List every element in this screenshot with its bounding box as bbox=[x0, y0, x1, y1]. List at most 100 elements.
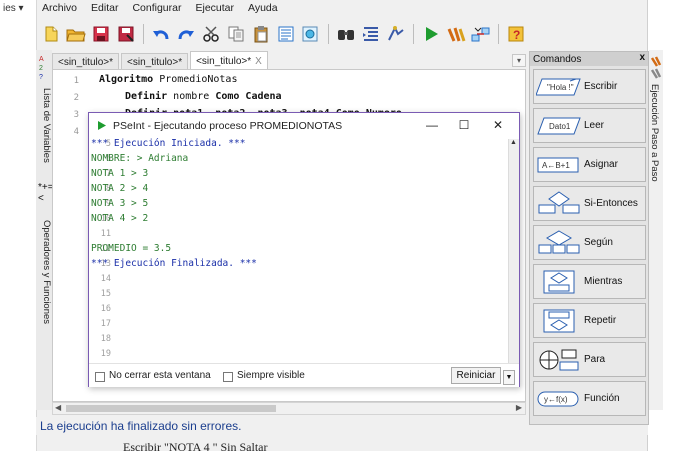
toolbar-separator bbox=[143, 24, 144, 44]
command-label: Según bbox=[584, 237, 613, 248]
command-leer[interactable]: Dato1 Leer bbox=[533, 108, 646, 143]
scrollbar-thumb[interactable] bbox=[66, 405, 276, 412]
indent-icon[interactable] bbox=[360, 23, 382, 45]
menu-archivo[interactable]: Archivo bbox=[40, 2, 79, 18]
console-line: NOTA 4 > 2 bbox=[91, 213, 149, 224]
debug-icon[interactable] bbox=[445, 23, 467, 45]
svg-text:Dato1: Dato1 bbox=[549, 122, 571, 131]
commands-panel-header: Comandos x bbox=[530, 52, 648, 66]
console-line: NOMBRE: > Adriana bbox=[91, 153, 189, 164]
execution-window[interactable]: PSeInt - Ejecutando proceso PROMEDIONOTA… bbox=[88, 112, 520, 387]
save-icon[interactable] bbox=[90, 23, 112, 45]
tab-label: <sin_titulo>* bbox=[58, 57, 114, 68]
console-line: NOTA 1 > 3 bbox=[91, 168, 149, 179]
tabs-dropdown-button[interactable]: ▾ bbox=[512, 54, 526, 67]
repeat-command-icon bbox=[534, 308, 584, 334]
restart-button[interactable]: Reiniciar bbox=[451, 367, 501, 384]
console-line: NOTA 3 > 5 bbox=[91, 198, 149, 209]
toolbar: ? bbox=[40, 21, 527, 47]
console-line: NOTA 2 > 4 bbox=[91, 183, 149, 194]
find-icon[interactable] bbox=[300, 23, 322, 45]
line-number: 2 bbox=[73, 93, 79, 103]
step-icon[interactable] bbox=[385, 23, 407, 45]
commands-panel-title: Comandos bbox=[533, 53, 582, 65]
menu-ejecutar[interactable]: Ejecutar bbox=[193, 2, 236, 18]
no-close-checkbox[interactable] bbox=[95, 372, 105, 382]
command-label: Mientras bbox=[584, 276, 623, 287]
scroll-up-icon[interactable]: ▲ bbox=[510, 139, 517, 146]
no-close-label: No cerrar esta ventana bbox=[109, 370, 211, 381]
cut-icon[interactable] bbox=[200, 23, 222, 45]
assign-command-icon: A←B+1 bbox=[534, 152, 584, 178]
command-label: Función bbox=[584, 393, 620, 404]
command-escribir[interactable]: "Hola !" Escribir bbox=[533, 69, 646, 104]
command-funcion[interactable]: y←f(x) Función bbox=[533, 381, 646, 416]
line-number: 11 bbox=[100, 229, 111, 239]
command-segun[interactable]: Según bbox=[533, 225, 646, 260]
flowchart-icon[interactable] bbox=[470, 23, 492, 45]
tab-ejecucion-paso-a-paso[interactable]: Ejecución Paso a Paso bbox=[649, 84, 660, 182]
close-icon[interactable]: x bbox=[639, 52, 645, 63]
line-number: 18 bbox=[100, 334, 111, 344]
command-label: Leer bbox=[584, 120, 605, 131]
undo-icon[interactable] bbox=[150, 23, 172, 45]
code-line-2: Definir nombre Como Cadena bbox=[125, 91, 282, 102]
command-label: Asignar bbox=[584, 159, 618, 170]
open-folder-icon[interactable] bbox=[65, 23, 87, 45]
console-line: PROMEDIO = 3.5 bbox=[91, 243, 172, 254]
code-line-1: Algoritmo PromedioNotas bbox=[99, 74, 237, 85]
tab-sin-titulo-2[interactable]: <sin_titulo>* bbox=[121, 53, 189, 69]
menu-ayuda[interactable]: Ayuda bbox=[246, 2, 280, 18]
close-button[interactable]: ✕ bbox=[485, 116, 511, 134]
write-command-icon: "Hola !" bbox=[534, 74, 584, 100]
paste-icon[interactable] bbox=[250, 23, 272, 45]
console-line: *** Ejecución Iniciada. *** bbox=[91, 138, 246, 149]
svg-text:y←f(x): y←f(x) bbox=[544, 395, 568, 404]
run-icon[interactable] bbox=[420, 23, 442, 45]
scroll-right-icon[interactable]: ▶ bbox=[516, 403, 522, 412]
tab-label: <sin_titulo>* bbox=[196, 56, 252, 67]
variables-tab-icon[interactable]: A 2? bbox=[38, 52, 50, 83]
editor-tab-bar: <sin_titulo>* <sin_titulo>* <sin_titulo>… bbox=[52, 51, 526, 69]
maximize-button[interactable]: ☐ bbox=[451, 116, 477, 134]
tab-lista-de-variables[interactable]: Lista de Variables bbox=[36, 88, 52, 163]
execution-console[interactable]: 5 6 7 8 9 10 11 12 13 14 15 16 17 18 19 … bbox=[89, 138, 509, 363]
console-vertical-scrollbar[interactable]: ▲ bbox=[508, 139, 519, 363]
line-number: 14 bbox=[100, 274, 111, 284]
new-file-icon[interactable] bbox=[40, 23, 62, 45]
right-side-tabs: Ejecución Paso a Paso bbox=[649, 50, 663, 410]
outer-window-strip: ies ▾ bbox=[0, 0, 40, 451]
command-mientras[interactable]: Mientras bbox=[533, 264, 646, 299]
minimize-button[interactable]: — bbox=[419, 116, 445, 134]
tab-sin-titulo-1[interactable]: <sin_titulo>* bbox=[52, 53, 120, 69]
execution-window-titlebar[interactable]: PSeInt - Ejecutando proceso PROMEDIONOTA… bbox=[89, 113, 519, 138]
editor-horizontal-scrollbar[interactable]: ◀ ▶ bbox=[52, 402, 526, 415]
restart-dropdown-button[interactable]: ▼ bbox=[503, 370, 515, 385]
always-visible-checkbox[interactable] bbox=[223, 372, 233, 382]
command-si-entonces[interactable]: Si-Entonces bbox=[533, 186, 646, 221]
save-as-icon[interactable] bbox=[115, 23, 137, 45]
svg-text:A: A bbox=[39, 56, 44, 63]
help-icon[interactable]: ? bbox=[505, 23, 527, 45]
menu-configurar[interactable]: Configurar bbox=[130, 2, 183, 18]
step-by-step-icon[interactable] bbox=[650, 54, 662, 85]
tab-operadores-y-funciones[interactable]: Operadores y Funciones bbox=[36, 220, 52, 324]
command-asignar[interactable]: A←B+1 Asignar bbox=[533, 147, 646, 182]
tab-close-icon[interactable]: X bbox=[255, 56, 262, 67]
select-all-icon[interactable] bbox=[275, 23, 297, 45]
line-number: 19 bbox=[100, 349, 111, 359]
binoculars-icon[interactable] bbox=[335, 23, 357, 45]
copy-icon[interactable] bbox=[225, 23, 247, 45]
line-number: 1 bbox=[73, 76, 79, 86]
execution-window-title: PSeInt - Ejecutando proceso PROMEDIONOTA… bbox=[113, 119, 343, 132]
svg-text:?: ? bbox=[39, 74, 43, 80]
tab-sin-titulo-3[interactable]: <sin_titulo>* X bbox=[190, 51, 268, 69]
command-repetir[interactable]: Repetir bbox=[533, 303, 646, 338]
line-number: 16 bbox=[100, 304, 111, 314]
line-number: 15 bbox=[100, 289, 111, 299]
redo-icon[interactable] bbox=[175, 23, 197, 45]
menu-editar[interactable]: Editar bbox=[89, 2, 120, 18]
command-para[interactable]: Para bbox=[533, 342, 646, 377]
outer-strip-label[interactable]: ies ▾ bbox=[3, 3, 24, 14]
scroll-left-icon[interactable]: ◀ bbox=[55, 403, 61, 412]
